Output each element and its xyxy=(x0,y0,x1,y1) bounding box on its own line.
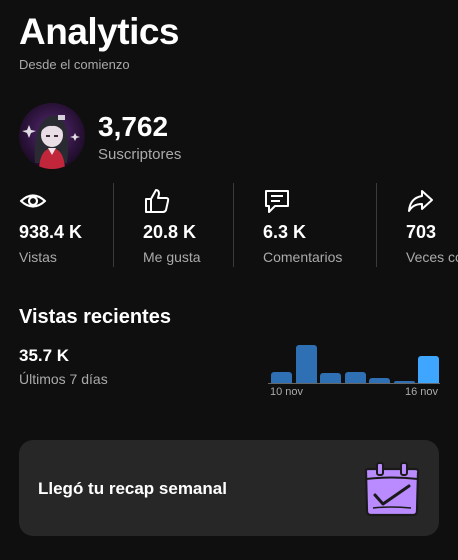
share-icon xyxy=(408,190,433,212)
chart-axis xyxy=(268,383,440,384)
calendar-check-icon xyxy=(364,462,420,517)
chart-bar xyxy=(418,356,439,383)
subscriber-label: Suscriptores xyxy=(98,146,182,163)
channel-avatar-image xyxy=(19,103,85,169)
page-subtitle: Desde el comienzo xyxy=(19,57,130,72)
chart-bar xyxy=(271,372,292,383)
chart-bar xyxy=(369,378,390,383)
stat-divider xyxy=(113,183,114,267)
recent-views-title: Vistas recientes xyxy=(19,306,171,328)
weekly-recap-text: Llegó tu recap semanal xyxy=(38,479,227,498)
recent-views-value: 35.7 K xyxy=(19,346,70,365)
weekly-recap-card[interactable]: Llegó tu recap semanal xyxy=(19,440,439,536)
stat-shares-value: 703 xyxy=(406,222,437,242)
stat-comments-value: 6.3 K xyxy=(263,222,307,242)
comment-icon xyxy=(265,190,289,213)
chart-bar xyxy=(295,345,317,383)
stat-views-label: Vistas xyxy=(19,249,57,265)
channel-avatar[interactable] xyxy=(19,103,85,169)
stat-divider xyxy=(376,183,377,267)
subscriber-count: 3,762 xyxy=(98,111,169,142)
stats-row: 938.4 K Vistas 20.8 K Me gusta 6.3 K Com… xyxy=(0,183,458,267)
thumbs-up-icon xyxy=(145,189,170,213)
page-title: Analytics xyxy=(19,11,180,52)
chart-tick-start: 10 nov xyxy=(270,386,304,398)
stat-likes-label: Me gusta xyxy=(143,249,201,265)
recent-views-label: Últimos 7 días xyxy=(19,371,108,387)
stat-divider xyxy=(233,183,234,267)
chart-bar xyxy=(393,381,415,383)
stat-shares-label: Veces compartido xyxy=(406,249,458,265)
chart-tick-end: 16 nov xyxy=(404,386,438,398)
chart-bar xyxy=(344,372,366,383)
recent-views-chart[interactable]: 10 nov 16 nov xyxy=(268,338,440,402)
stat-comments-label: Comentarios xyxy=(263,249,343,265)
eye-icon xyxy=(19,194,47,208)
chart-bar xyxy=(320,373,341,383)
stat-likes-value: 20.8 K xyxy=(143,222,197,242)
stat-views-value: 938.4 K xyxy=(19,222,83,242)
